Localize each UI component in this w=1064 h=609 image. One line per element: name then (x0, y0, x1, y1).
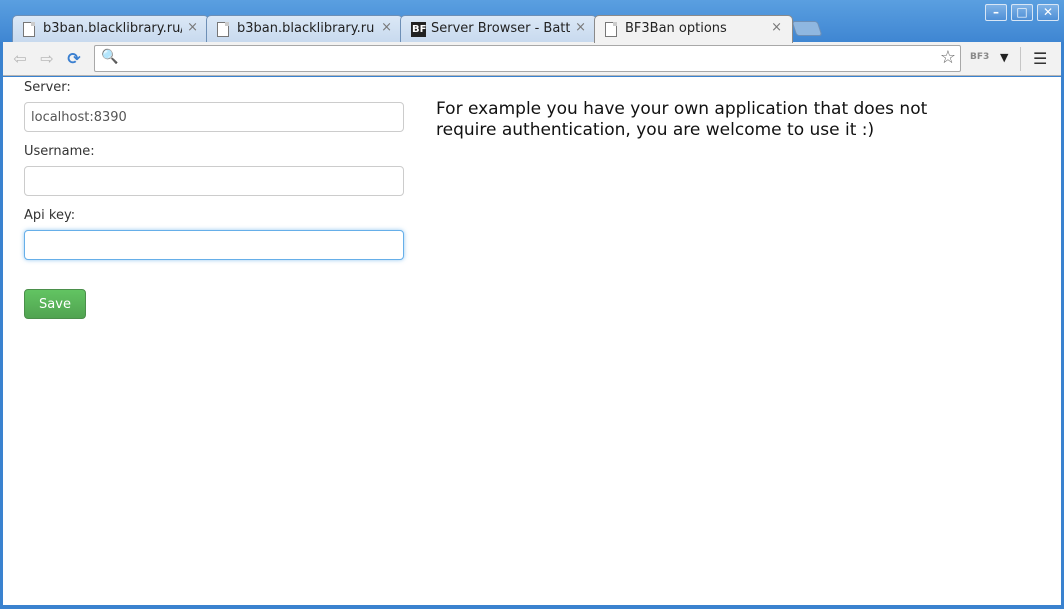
browser-toolbar: ⇦ ⇨ ⟳ 🔍 ☆ BF3 ▼ ☰ (3, 42, 1061, 76)
back-button[interactable]: ⇦ (9, 48, 31, 70)
tab-bf3ban-options[interactable]: BF3Ban options × (594, 15, 793, 43)
username-input[interactable] (24, 166, 404, 196)
info-note: For example you have your own applicatio… (436, 99, 928, 140)
address-input[interactable] (121, 49, 931, 68)
forward-button[interactable]: ⇨ (36, 48, 58, 70)
chevron-down-icon[interactable]: ▼ (1000, 51, 1008, 64)
page-content: Server: Username: Api key: Save For exam… (3, 77, 1061, 605)
search-icon: 🔍 (101, 49, 119, 65)
minimize-button[interactable]: – (985, 4, 1007, 21)
battlelog-icon: BF (411, 22, 427, 37)
tab-server-browser[interactable]: BF Server Browser - Battlelog × (400, 15, 597, 43)
bf3-extension-icon[interactable]: BF3 (970, 52, 989, 62)
server-input[interactable] (24, 102, 404, 132)
maximize-button[interactable]: □ (1011, 4, 1033, 21)
apikey-label: Api key: (24, 208, 76, 223)
close-tab-icon[interactable]: × (187, 20, 198, 35)
omnibox[interactable]: 🔍 ☆ (94, 45, 961, 72)
bookmark-star-icon[interactable]: ☆ (940, 47, 956, 69)
title-bar: b3ban.blacklibrary.ru/ba × b3ban.blackli… (0, 0, 1064, 43)
reload-button[interactable]: ⟳ (63, 48, 85, 70)
close-window-button[interactable]: ✕ (1037, 4, 1059, 21)
new-tab-button[interactable] (791, 21, 823, 36)
menu-icon[interactable]: ☰ (1033, 49, 1047, 68)
toolbar-divider (1020, 47, 1021, 71)
save-button[interactable]: Save (24, 289, 86, 319)
tab-b3ban-1[interactable]: b3ban.blacklibrary.ru/ba × (12, 15, 209, 43)
tab-title: BF3Ban options (625, 21, 727, 36)
browser-window: b3ban.blacklibrary.ru/ba × b3ban.blackli… (0, 0, 1064, 609)
page-icon (605, 22, 617, 37)
tab-title: b3ban.blacklibrary.ru/ba (43, 21, 182, 36)
username-label: Username: (24, 144, 95, 159)
tab-title: b3ban.blacklibrary.ru (237, 21, 375, 36)
close-tab-icon[interactable]: × (575, 20, 586, 35)
close-tab-icon[interactable]: × (771, 20, 782, 35)
page-icon (23, 22, 35, 37)
tab-b3ban-2[interactable]: b3ban.blacklibrary.ru × (206, 15, 403, 43)
server-label: Server: (24, 80, 71, 95)
page-icon (217, 22, 229, 37)
close-tab-icon[interactable]: × (381, 20, 392, 35)
tab-title: Server Browser - Battlelog (431, 21, 570, 36)
apikey-input[interactable] (24, 230, 404, 260)
